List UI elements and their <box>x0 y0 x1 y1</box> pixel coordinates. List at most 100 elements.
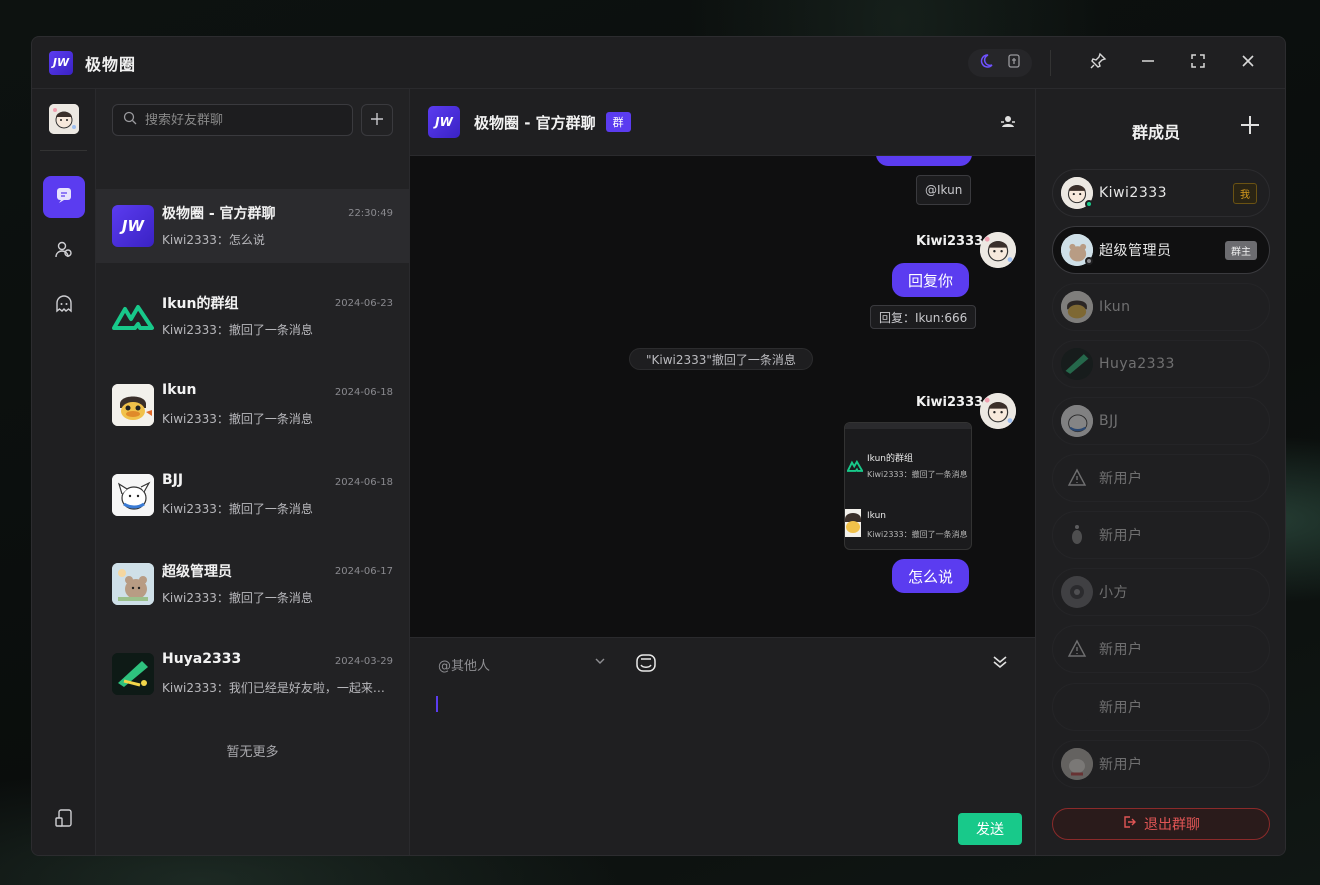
message-bubble[interactable]: 回复你 <box>892 263 970 297</box>
nav-ghost-button[interactable] <box>43 285 85 327</box>
maximize-button[interactable] <box>1173 43 1223 83</box>
nav-device-button[interactable] <box>43 799 85 841</box>
member-name: 新用户 <box>1099 528 1143 544</box>
status-dot <box>1085 257 1093 265</box>
minimize-icon <box>1140 53 1156 74</box>
member-name: 新用户 <box>1099 471 1143 487</box>
composer: @其他人 发送 <box>410 637 1035 855</box>
conversation-item[interactable]: BJJ 2024-06-18 Kiwi2333：撤回了一条消息 <box>96 458 409 532</box>
user-avatar[interactable] <box>49 104 79 134</box>
member-item[interactable]: Huya2333 <box>1052 340 1270 388</box>
card-row: Ikun Kiwi2333：撤回了一条消息 <box>845 507 971 547</box>
member-item[interactable]: Kiwi2333 我 <box>1052 169 1270 217</box>
chat-icon <box>55 186 73 208</box>
send-button[interactable]: 发送 <box>958 813 1022 845</box>
title-bar: JW 极物圈 <box>32 37 1285 89</box>
plus-icon <box>1240 113 1260 141</box>
conversation-name: Ikun <box>162 382 197 398</box>
member-item[interactable]: 新用户 <box>1052 683 1270 731</box>
member-name: 新用户 <box>1099 700 1143 716</box>
exit-icon <box>1122 815 1136 833</box>
minimize-button[interactable] <box>1123 43 1173 83</box>
conversation-preview: Kiwi2333：撤回了一条消息 <box>162 502 313 516</box>
conversation-item[interactable]: 超级管理员 2024-06-17 Kiwi2333：撤回了一条消息 <box>96 547 409 621</box>
message-sender: Kiwi2333 <box>916 395 984 410</box>
chevron-down-icon <box>594 655 606 674</box>
conversation-time: 2024-03-29 <box>334 656 393 667</box>
members-panel: 群成员 Kiwi2333 我 超级管理员 群主 Ikun Huya2333 BJ… <box>1035 89 1285 855</box>
add-member-button[interactable] <box>1240 115 1260 139</box>
theme-toggle[interactable] <box>968 49 1032 77</box>
emoji-button[interactable] <box>634 651 658 679</box>
group-tag: 群 <box>605 112 631 132</box>
conversation-name: Ikun的群组 <box>162 296 239 312</box>
chat-avatar: JW <box>428 106 460 138</box>
moon-icon[interactable] <box>978 53 994 73</box>
conversation-item[interactable]: Huya2333 2024-03-29 Kiwi2333：我们已经是好友啦，一起… <box>96 637 409 711</box>
nav-chat-button[interactable] <box>43 176 85 218</box>
message-list: @Ikun Kiwi2333 回复你 回复：Ikun:666 "Kiwi2333… <box>410 156 1035 637</box>
conversation-preview: Kiwi2333：怎么说 <box>162 233 265 247</box>
leave-group-label: 退出群聊 <box>1144 817 1200 833</box>
system-notice: "Kiwi2333"撤回了一条消息 <box>629 348 813 370</box>
member-name: Huya2333 <box>1099 356 1175 372</box>
card-row: Ikun的群组 Kiwi2333：撤回了一条消息 <box>845 447 971 487</box>
nav-settings-button[interactable] <box>43 854 85 855</box>
mention-select[interactable]: @其他人 <box>438 655 606 674</box>
emoji-icon <box>634 654 658 679</box>
conversation-item[interactable]: Ikun的群组 2024-06-23 Kiwi2333：撤回了一条消息 <box>96 279 409 353</box>
member-name: 新用户 <box>1099 642 1143 658</box>
conversation-name: BJJ <box>162 472 184 488</box>
search-input[interactable] <box>145 112 335 128</box>
collapse-button[interactable] <box>991 653 1009 675</box>
conversation-name: Huya2333 <box>162 651 242 667</box>
conversation-avatar <box>112 653 154 695</box>
message-avatar <box>980 232 1016 268</box>
member-name: Kiwi2333 <box>1099 185 1168 201</box>
message-bubble <box>876 156 972 166</box>
chat-header: JW 极物圈 - 官方群聊 群 <box>410 89 1035 156</box>
contacts-icon <box>54 240 74 264</box>
member-item[interactable]: 新用户 <box>1052 740 1270 788</box>
conversation-item[interactable]: Ikun 2024-06-18 Kiwi2333：撤回了一条消息 <box>96 368 409 442</box>
search-box[interactable] <box>112 104 353 136</box>
nav-rail <box>32 89 96 855</box>
double-chevron-down-icon <box>991 656 1009 675</box>
member-item[interactable]: BJJ <box>1052 397 1270 445</box>
device-icon <box>54 808 74 832</box>
layout-icon[interactable] <box>1006 53 1022 73</box>
member-item[interactable]: 新用户 <box>1052 625 1270 673</box>
close-icon <box>1240 53 1256 74</box>
member-name: 新用户 <box>1099 757 1143 773</box>
search-icon <box>123 111 137 129</box>
member-avatar <box>1061 348 1093 380</box>
conversation-preview: Kiwi2333：撤回了一条消息 <box>162 591 313 605</box>
nav-contacts-button[interactable] <box>43 231 85 273</box>
pin-button[interactable] <box>1073 43 1123 83</box>
member-avatar <box>1061 405 1093 437</box>
member-item[interactable]: Ikun <box>1052 283 1270 331</box>
add-button[interactable] <box>361 104 393 136</box>
conversation-preview: Kiwi2333：撤回了一条消息 <box>162 412 313 426</box>
chat-panel: JW 极物圈 - 官方群聊 群 @Ikun Kiwi2333 回复你 回复：Ik… <box>410 89 1035 855</box>
leave-group-button[interactable]: 退出群聊 <box>1052 808 1270 840</box>
conversation-preview: Kiwi2333：我们已经是好友啦，一起来聊... <box>162 681 392 695</box>
member-item[interactable]: 小方 <box>1052 568 1270 616</box>
message-input[interactable] <box>436 696 438 712</box>
plus-icon <box>370 110 384 131</box>
member-item[interactable]: 新用户 <box>1052 511 1270 559</box>
member-avatar <box>1061 519 1093 551</box>
conversation-avatar <box>112 474 154 516</box>
me-badge: 我 <box>1233 182 1257 204</box>
member-toggle-icon[interactable] <box>999 113 1017 135</box>
message-bubble[interactable]: 怎么说 <box>892 559 970 593</box>
close-button[interactable] <box>1223 43 1273 83</box>
forwarded-card[interactable]: Ikun的群组 Kiwi2333：撤回了一条消息 Ikun Kiwi2333：撤… <box>844 422 972 550</box>
warning-icon <box>1061 633 1093 665</box>
conversation-item[interactable]: JW 极物圈 - 官方群聊 22:30:49 Kiwi2333：怎么说 <box>96 189 409 263</box>
member-item[interactable]: 超级管理员 群主 <box>1052 226 1270 274</box>
member-name: Ikun <box>1099 299 1131 315</box>
mention-placeholder: @其他人 <box>438 659 491 674</box>
conversation-time: 2024-06-18 <box>334 477 393 488</box>
member-item[interactable]: 新用户 <box>1052 454 1270 502</box>
